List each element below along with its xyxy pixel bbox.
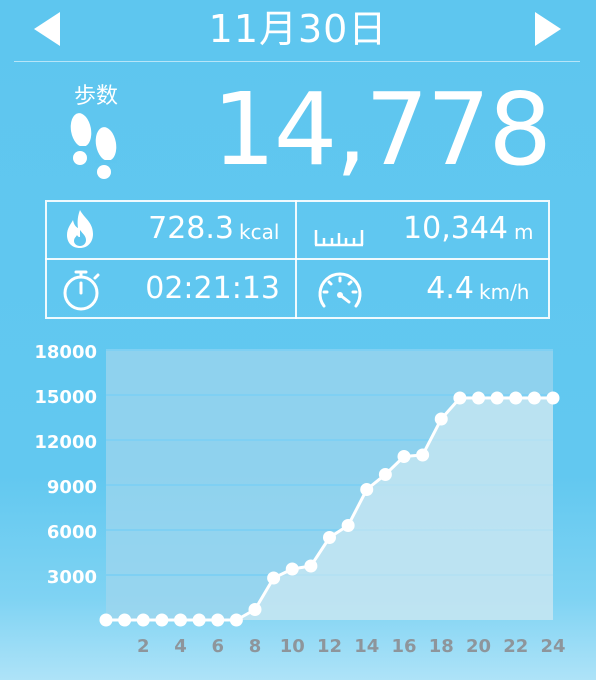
data-point: [267, 571, 281, 585]
data-point: [99, 613, 113, 627]
next-day-button[interactable]: [535, 12, 561, 46]
data-point: [248, 603, 262, 616]
data-point: [416, 448, 430, 462]
footprints-icon: [64, 110, 126, 186]
hourly-steps-chart: 3000600090001200015000180002 4 6 8 10 12 14 16 1…: [34, 342, 565, 657]
data-point: [174, 613, 187, 627]
data-point: [360, 483, 374, 496]
data-point: [229, 613, 243, 627]
speed-unit: km/h: [479, 280, 530, 304]
date-title: 11月30日: [208, 7, 388, 51]
data-point: [434, 412, 448, 426]
data-point: [155, 613, 169, 627]
x-tick-label: 16: [391, 636, 416, 657]
data-point: [378, 468, 392, 481]
steps-label: 歩数: [73, 84, 118, 109]
data-point: [192, 613, 206, 627]
data-point: [341, 519, 355, 532]
y-tick-label: 6000: [47, 522, 97, 543]
ruler-icon: [313, 224, 365, 252]
distance-value: 10,344: [403, 211, 508, 246]
x-tick-label: 20: [466, 636, 491, 657]
data-point: [509, 391, 523, 405]
data-point: [546, 391, 560, 405]
x-tick-label: 18: [429, 636, 454, 657]
data-point: [211, 613, 225, 627]
data-point: [472, 391, 485, 405]
data-point: [323, 531, 336, 544]
data-point: [285, 562, 299, 576]
calories-unit: kcal: [239, 220, 280, 244]
y-tick-label: 9000: [47, 477, 97, 498]
data-point: [397, 450, 411, 463]
data-point: [490, 391, 504, 405]
x-tick-label: 10: [280, 636, 305, 657]
x-tick-label: 2: [137, 636, 150, 657]
steps-count: 14,778: [212, 71, 552, 188]
data-point: [118, 613, 132, 627]
x-tick-label: 12: [317, 636, 342, 657]
stopwatch-icon: [60, 268, 102, 316]
x-tick-label: 22: [503, 636, 528, 657]
flame-icon: [62, 208, 98, 254]
distance-unit: m: [514, 220, 534, 244]
x-tick-label: 4: [174, 636, 187, 657]
y-tick-label: 18000: [34, 342, 97, 363]
x-tick-label: 14: [354, 636, 379, 657]
data-point: [136, 613, 150, 627]
y-tick-label: 12000: [34, 432, 97, 453]
data-point: [453, 391, 467, 405]
y-tick-label: 3000: [47, 567, 97, 588]
speed-value: 4.4: [426, 271, 474, 306]
previous-day-button[interactable]: [34, 12, 60, 46]
data-point: [527, 391, 541, 405]
header-divider: [14, 61, 580, 62]
x-tick-label: 6: [211, 636, 224, 657]
duration-value: 02:21:13: [145, 271, 280, 306]
x-tick-label: 8: [249, 636, 262, 657]
y-tick-label: 15000: [34, 387, 97, 408]
data-point: [304, 559, 318, 573]
speedometer-icon: [314, 268, 366, 316]
stats-grid-divider: [45, 258, 550, 260]
calories-value: 728.3: [148, 211, 234, 246]
x-tick-label: 24: [540, 636, 565, 657]
